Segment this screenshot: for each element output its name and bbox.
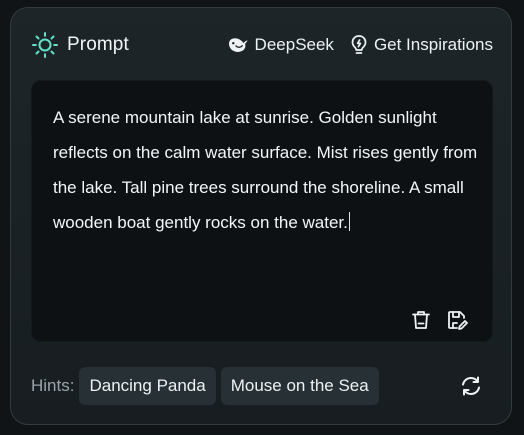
hints-label: Hints:	[31, 376, 75, 395]
get-inspirations-label: Get Inspirations	[373, 35, 493, 54]
deepseek-label: DeepSeek	[254, 35, 334, 54]
title-group: Prompt	[31, 31, 129, 59]
prompt-text: A serene mountain lake at sunrise. Golde…	[53, 108, 482, 232]
sun-icon	[31, 31, 59, 59]
header-actions: DeepSeek Get Inspirations	[227, 34, 493, 56]
save-edit-icon[interactable]	[446, 309, 468, 331]
prompt-text-area[interactable]: A serene mountain lake at sunrise. Golde…	[53, 100, 478, 240]
deepseek-button[interactable]: DeepSeek	[227, 35, 334, 55]
get-inspirations-button[interactable]: Get Inspirations	[350, 34, 493, 56]
lightbulb-icon	[350, 34, 368, 56]
hints-row: Hints: Dancing Panda Mouse on the Sea	[31, 367, 379, 405]
prompt-tools	[410, 309, 468, 331]
whale-icon	[227, 35, 249, 55]
trash-icon[interactable]	[410, 309, 432, 331]
prompt-panel: Prompt DeepSeek Get Inspirations A seren…	[10, 7, 512, 425]
refresh-icon[interactable]	[459, 374, 483, 398]
hint-chip[interactable]: Mouse on the Sea	[220, 367, 379, 405]
hint-chip[interactable]: Dancing Panda	[79, 367, 216, 405]
panel-title: Prompt	[67, 34, 129, 55]
prompt-input[interactable]: A serene mountain lake at sunrise. Golde…	[31, 80, 493, 342]
text-caret	[348, 212, 350, 231]
panel-header: Prompt DeepSeek Get Inspirations	[31, 30, 493, 60]
